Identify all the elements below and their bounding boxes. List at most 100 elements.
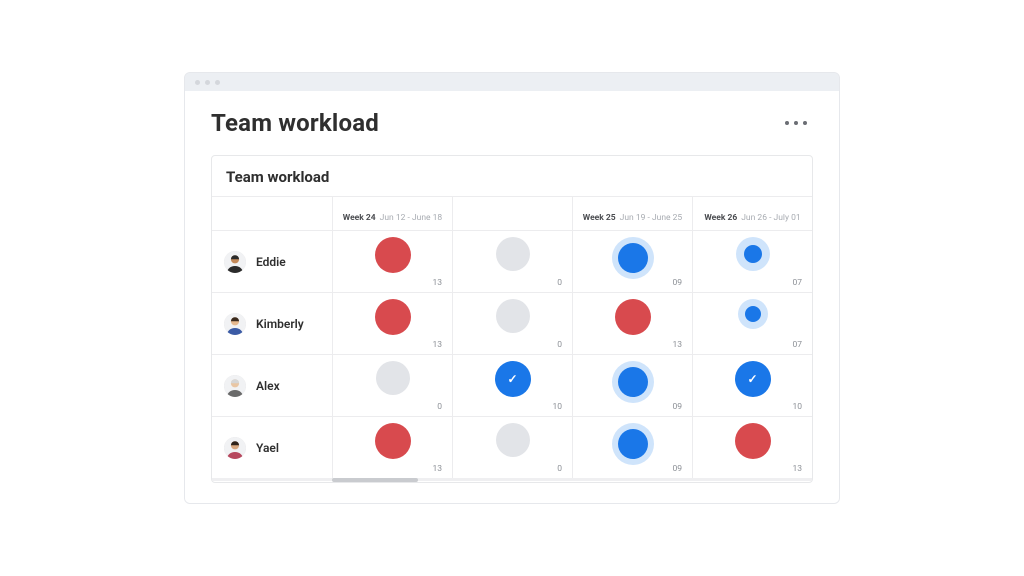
bubble-core (376, 361, 410, 395)
workload-value: 13 (432, 340, 442, 350)
window-dot (195, 80, 200, 85)
workload-bubble: ✓ (735, 361, 771, 397)
workload-bubble (735, 423, 771, 459)
workload-bubble (738, 299, 768, 329)
person-cell[interactable]: Eddie (212, 230, 332, 292)
workload-bubble (612, 237, 654, 279)
bubble-core (615, 299, 651, 335)
avatar (224, 437, 246, 459)
bubble-core (745, 306, 761, 322)
avatar (224, 313, 246, 335)
workload-cell[interactable]: 0 (452, 230, 572, 292)
workload-value: 0 (557, 464, 562, 474)
more-options-button[interactable] (779, 115, 813, 131)
bubble-core (618, 243, 648, 273)
column-header (452, 196, 572, 230)
scroll-thumb[interactable] (332, 478, 418, 482)
workload-value: 13 (672, 340, 682, 350)
workload-cell[interactable]: 0 (452, 292, 572, 354)
workload-value: 13 (432, 464, 442, 474)
bubble-core (375, 237, 411, 273)
bubble-core (618, 367, 648, 397)
workload-bubble (496, 423, 530, 457)
column-scroll-thumbs (212, 478, 812, 482)
column-header: Week 26 Jun 26 - July 01 (692, 196, 812, 230)
bubble-core (735, 423, 771, 459)
workload-bubble (496, 237, 530, 271)
week-label: Week 25 (583, 213, 616, 223)
workload-bubble (615, 299, 651, 335)
workload-value: 0 (437, 402, 442, 412)
workload-value: 07 (792, 278, 802, 288)
workload-bubble (612, 361, 654, 403)
workload-value: 0 (557, 278, 562, 288)
panel-title: Team workload (212, 156, 812, 196)
workload-bubble (375, 423, 411, 459)
workload-cell[interactable]: 07 (692, 230, 812, 292)
bubble-core (496, 423, 530, 457)
window-dot (215, 80, 220, 85)
bubble-core: ✓ (735, 361, 771, 397)
person-name: Yael (256, 441, 279, 455)
person-cell[interactable]: Kimberly (212, 292, 332, 354)
bubble-core (375, 299, 411, 335)
workload-cell[interactable]: 0 (452, 416, 572, 478)
kebab-dot-icon (803, 121, 807, 125)
workload-cell[interactable]: ✓ 10 (692, 354, 812, 416)
workload-cell[interactable]: 13 (572, 292, 692, 354)
workload-value: 0 (557, 340, 562, 350)
workload-panel: Team workload Week 24Jun 12 - June 18Wee… (211, 155, 813, 483)
workload-bubble (612, 423, 654, 465)
bubble-core (496, 299, 530, 333)
week-range: Jun 26 - July 01 (741, 213, 800, 223)
person-cell[interactable]: Alex (212, 354, 332, 416)
workload-value: 09 (672, 402, 682, 412)
workload-cell[interactable]: 13 (332, 416, 452, 478)
page-header: Team workload (211, 109, 813, 137)
workload-cell[interactable]: ✓ 10 (452, 354, 572, 416)
workload-bubble (496, 299, 530, 333)
workload-value: 07 (792, 340, 802, 350)
week-label: Week 24 (343, 213, 376, 223)
workload-value: 13 (792, 464, 802, 474)
bubble-core (618, 429, 648, 459)
workload-cell[interactable]: 13 (332, 230, 452, 292)
column-header: Week 24 Jun 12 - June 18 (332, 196, 452, 230)
workload-value: 13 (432, 278, 442, 288)
check-icon: ✓ (747, 372, 757, 386)
person-cell[interactable]: Yael (212, 416, 332, 478)
app-window: Team workload Team workload Week 24 Jun 1… (184, 72, 840, 504)
workload-grid: Week 24 Jun 12 - June 18 Week 25 Jun 19 - J… (212, 196, 812, 478)
avatar (224, 375, 246, 397)
person-name: Eddie (256, 255, 286, 269)
workload-value: 10 (552, 402, 562, 412)
bubble-core: ✓ (495, 361, 531, 397)
workload-cell[interactable]: 09 (572, 230, 692, 292)
bubble-core (375, 423, 411, 459)
week-range: Jun 12 - June 18 (380, 213, 443, 223)
workload-cell[interactable]: 13 (692, 416, 812, 478)
app-content: Team workload Team workload Week 24 Jun 1… (185, 91, 839, 503)
check-icon: ✓ (507, 372, 517, 386)
avatar (224, 251, 246, 273)
workload-cell[interactable]: 13 (332, 292, 452, 354)
window-dot (205, 80, 210, 85)
window-titlebar (185, 73, 839, 91)
workload-bubble (375, 299, 411, 335)
workload-bubble (376, 361, 410, 395)
week-range: Jun 19 - June 25 (620, 213, 683, 223)
workload-bubble: ✓ (495, 361, 531, 397)
week-label: Week 26 (704, 213, 737, 223)
person-name: Alex (256, 379, 280, 393)
workload-cell[interactable]: 09 (572, 416, 692, 478)
page-title: Team workload (211, 109, 379, 137)
person-name: Kimberly (256, 317, 304, 331)
workload-cell[interactable]: 09 (572, 354, 692, 416)
workload-cell[interactable]: 0 (332, 354, 452, 416)
workload-value: 10 (792, 402, 802, 412)
workload-bubble (375, 237, 411, 273)
workload-cell[interactable]: 07 (692, 292, 812, 354)
bubble-core (744, 245, 762, 263)
header-empty-cell (212, 196, 332, 230)
kebab-dot-icon (794, 121, 798, 125)
